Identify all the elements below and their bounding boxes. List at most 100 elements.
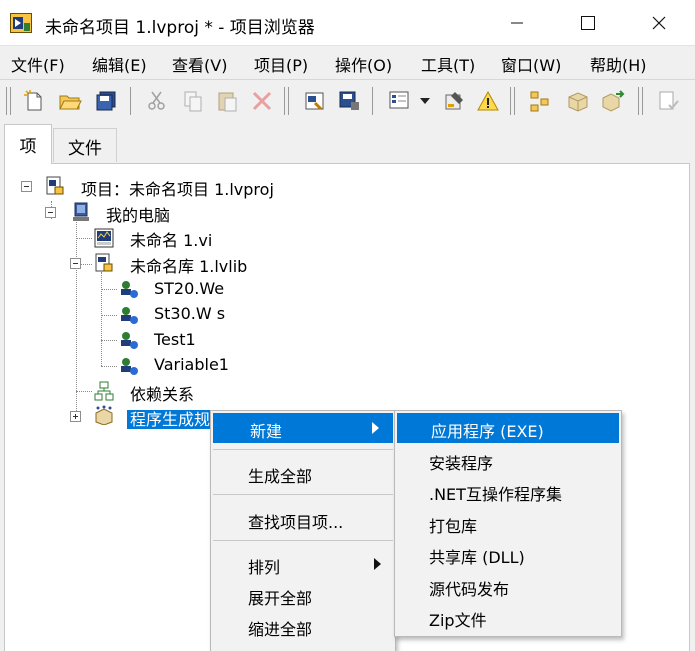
title-bar: 未命名项目 1.lvproj * - 项目浏览器 xyxy=(0,0,695,46)
submenu-arrow-icon xyxy=(372,422,379,434)
cut-icon[interactable] xyxy=(145,89,169,113)
toolbar-grip[interactable] xyxy=(510,87,515,115)
warning-icon[interactable] xyxy=(476,89,500,113)
tree-connector xyxy=(81,264,92,265)
tree-item-vi[interactable]: 未命名 1.vi xyxy=(130,227,212,251)
export-package-icon[interactable] xyxy=(601,89,625,113)
collapse-toggle[interactable] xyxy=(45,207,56,218)
close-icon xyxy=(652,16,666,30)
tree-item-project[interactable]: 项目：未命名项目 1.lvproj xyxy=(81,176,274,200)
tree-item-library[interactable]: 未命名库 1.lvlib xyxy=(130,253,247,277)
menu-view[interactable]: 查看(V) xyxy=(172,52,227,76)
menu-item-new[interactable]: 新建 xyxy=(213,413,393,443)
build-specifications-icon xyxy=(95,405,113,425)
menu-item-arrange[interactable]: 排列 xyxy=(211,549,395,579)
tab-files[interactable]: 文件 xyxy=(53,128,117,162)
menu-item-label: Zip文件 xyxy=(429,611,487,630)
collapse-toggle[interactable] xyxy=(21,181,32,192)
chevron-down-icon[interactable] xyxy=(420,98,430,104)
submenu-item-packed-library[interactable]: 打包库 xyxy=(395,508,621,538)
menu-item-label: 查找项目项... xyxy=(248,513,344,532)
context-menu: 新建 生成全部 查找项目项... 排列 展开全部 缩进全部 xyxy=(210,410,396,651)
menu-item-label: .NET互操作程序集 xyxy=(429,485,562,504)
document-check-icon[interactable] xyxy=(656,89,680,113)
submenu-item-source-distribution[interactable]: 源代码发布 xyxy=(395,571,621,601)
menu-separator xyxy=(213,540,393,541)
tree-connector xyxy=(101,289,117,290)
tree-connector xyxy=(101,315,117,316)
toolbar-grip[interactable] xyxy=(6,87,11,115)
toolbar xyxy=(0,80,695,122)
tree-item-my-computer[interactable]: 我的电脑 xyxy=(106,202,170,226)
toolbar-separator xyxy=(130,87,131,115)
save-all-icon[interactable] xyxy=(94,89,118,113)
delete-icon[interactable] xyxy=(250,89,274,113)
submenu-item-shared-library-dll[interactable]: 共享库 (DLL) xyxy=(395,539,621,569)
menu-item-label: 展开全部 xyxy=(248,589,313,608)
shared-variable-icon xyxy=(121,307,138,324)
menu-item-label: 排列 xyxy=(248,558,281,577)
paste-icon[interactable] xyxy=(216,89,240,113)
shared-variable-icon xyxy=(121,281,138,298)
tree-connector xyxy=(76,238,92,239)
new-submenu: 应用程序 (EXE) 安装程序 .NET互操作程序集 打包库 共享库 (DLL)… xyxy=(394,410,622,637)
menu-edit[interactable]: 编辑(E) xyxy=(92,52,147,76)
build-icon[interactable] xyxy=(303,89,327,113)
view-options-icon[interactable] xyxy=(388,89,412,113)
open-folder-icon[interactable] xyxy=(58,89,82,113)
tree-item-variable[interactable]: Variable1 xyxy=(154,355,229,374)
close-button[interactable] xyxy=(636,0,682,46)
dependencies-icon[interactable] xyxy=(528,89,552,113)
package-icon[interactable] xyxy=(566,89,590,113)
collapse-toggle[interactable] xyxy=(70,258,81,269)
toolbar-grip[interactable] xyxy=(638,87,643,115)
toolbar-separator xyxy=(372,87,373,115)
menu-item-find-items[interactable]: 查找项目项... xyxy=(211,504,395,534)
menu-operate[interactable]: 操作(O) xyxy=(335,52,392,76)
menu-item-label: 生成全部 xyxy=(248,467,313,486)
menu-item-label: 应用程序 (EXE) xyxy=(431,422,544,441)
window-title: 未命名项目 1.lvproj * - 项目浏览器 xyxy=(45,18,315,38)
project-icon xyxy=(46,176,64,195)
tab-items[interactable]: 项 xyxy=(4,124,52,164)
minimize-icon xyxy=(511,22,523,24)
submenu-item-dotnet-interop[interactable]: .NET互操作程序集 xyxy=(395,476,621,506)
labview-project-icon xyxy=(10,13,32,33)
menu-file[interactable]: 文件(F) xyxy=(11,52,65,76)
tree-connector xyxy=(101,340,117,341)
menu-window[interactable]: 窗口(W) xyxy=(501,52,561,76)
toolbar-grip[interactable] xyxy=(284,87,289,115)
menu-item-label: 打包库 xyxy=(429,517,478,536)
save-build-icon[interactable] xyxy=(337,89,361,113)
properties-icon[interactable] xyxy=(443,89,467,113)
tree-connector xyxy=(101,272,102,366)
menu-item-expand-all[interactable]: 展开全部 xyxy=(211,580,395,610)
submenu-item-installer[interactable]: 安装程序 xyxy=(395,445,621,475)
shared-variable-icon xyxy=(121,358,138,375)
vi-icon xyxy=(94,228,114,248)
tree-connector xyxy=(101,366,117,367)
maximize-button[interactable] xyxy=(565,0,611,46)
tree-connector xyxy=(76,222,77,417)
menu-help[interactable]: 帮助(H) xyxy=(590,52,647,76)
new-file-icon[interactable] xyxy=(22,89,46,113)
menu-tools[interactable]: 工具(T) xyxy=(421,52,475,76)
menu-item-label: 安装程序 xyxy=(429,454,494,473)
submenu-arrow-icon xyxy=(374,558,381,570)
minimize-button[interactable] xyxy=(494,0,540,46)
tree-item-variable[interactable]: ST20.We xyxy=(154,279,224,298)
menu-item-collapse-all[interactable]: 缩进全部 xyxy=(211,611,395,641)
copy-icon[interactable] xyxy=(181,89,205,113)
menu-separator xyxy=(213,494,393,495)
tree-item-variable[interactable]: St30.W s xyxy=(154,304,225,323)
tree-item-variable[interactable]: Test1 xyxy=(154,330,196,349)
submenu-item-application-exe[interactable]: 应用程序 (EXE) xyxy=(397,413,619,443)
maximize-icon xyxy=(581,16,595,30)
submenu-item-zip-file[interactable]: Zip文件 xyxy=(395,602,621,632)
library-icon xyxy=(95,253,113,272)
shared-variable-icon xyxy=(121,332,138,349)
menu-item-build-all[interactable]: 生成全部 xyxy=(211,458,395,488)
expand-toggle[interactable] xyxy=(70,411,81,422)
tree-item-dependencies[interactable]: 依赖关系 xyxy=(130,381,194,405)
menu-project[interactable]: 项目(P) xyxy=(254,52,308,76)
